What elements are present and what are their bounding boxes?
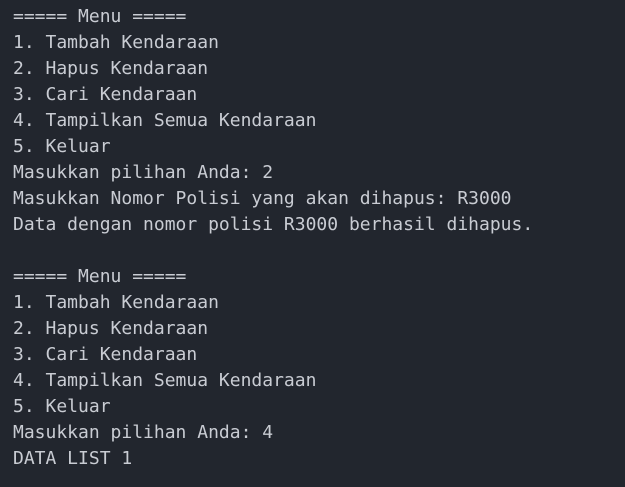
- terminal-output: ===== Menu ===== 1. Tambah Kendaraan 2. Ha…: [0, 0, 625, 472]
- terminal-line: Masukkan pilihan Anda: 4: [13, 422, 274, 443]
- terminal-line: 2. Hapus Kendaraan: [13, 58, 209, 79]
- terminal-line: 5. Keluar: [13, 136, 111, 157]
- terminal-line: 2. Hapus Kendaraan: [13, 318, 209, 339]
- terminal-line: 4. Tampilkan Semua Kendaraan: [13, 370, 317, 391]
- terminal-line: DATA LIST 1: [13, 448, 133, 469]
- terminal-line: ===== Menu =====: [13, 266, 187, 287]
- terminal-line: ===== Menu =====: [13, 6, 187, 27]
- terminal-line: 1. Tambah Kendaraan: [13, 32, 219, 53]
- terminal-line: 3. Cari Kendaraan: [13, 84, 198, 105]
- terminal-line: 4. Tampilkan Semua Kendaraan: [13, 110, 317, 131]
- terminal-line: Masukkan pilihan Anda: 2: [13, 162, 274, 183]
- terminal-line: Data dengan nomor polisi R3000 berhasil …: [13, 214, 534, 235]
- terminal-line: Masukkan Nomor Polisi yang akan dihapus:…: [13, 188, 512, 209]
- terminal-line: 5. Keluar: [13, 396, 111, 417]
- terminal-line: 1. Tambah Kendaraan: [13, 292, 219, 313]
- terminal-line: 3. Cari Kendaraan: [13, 344, 198, 365]
